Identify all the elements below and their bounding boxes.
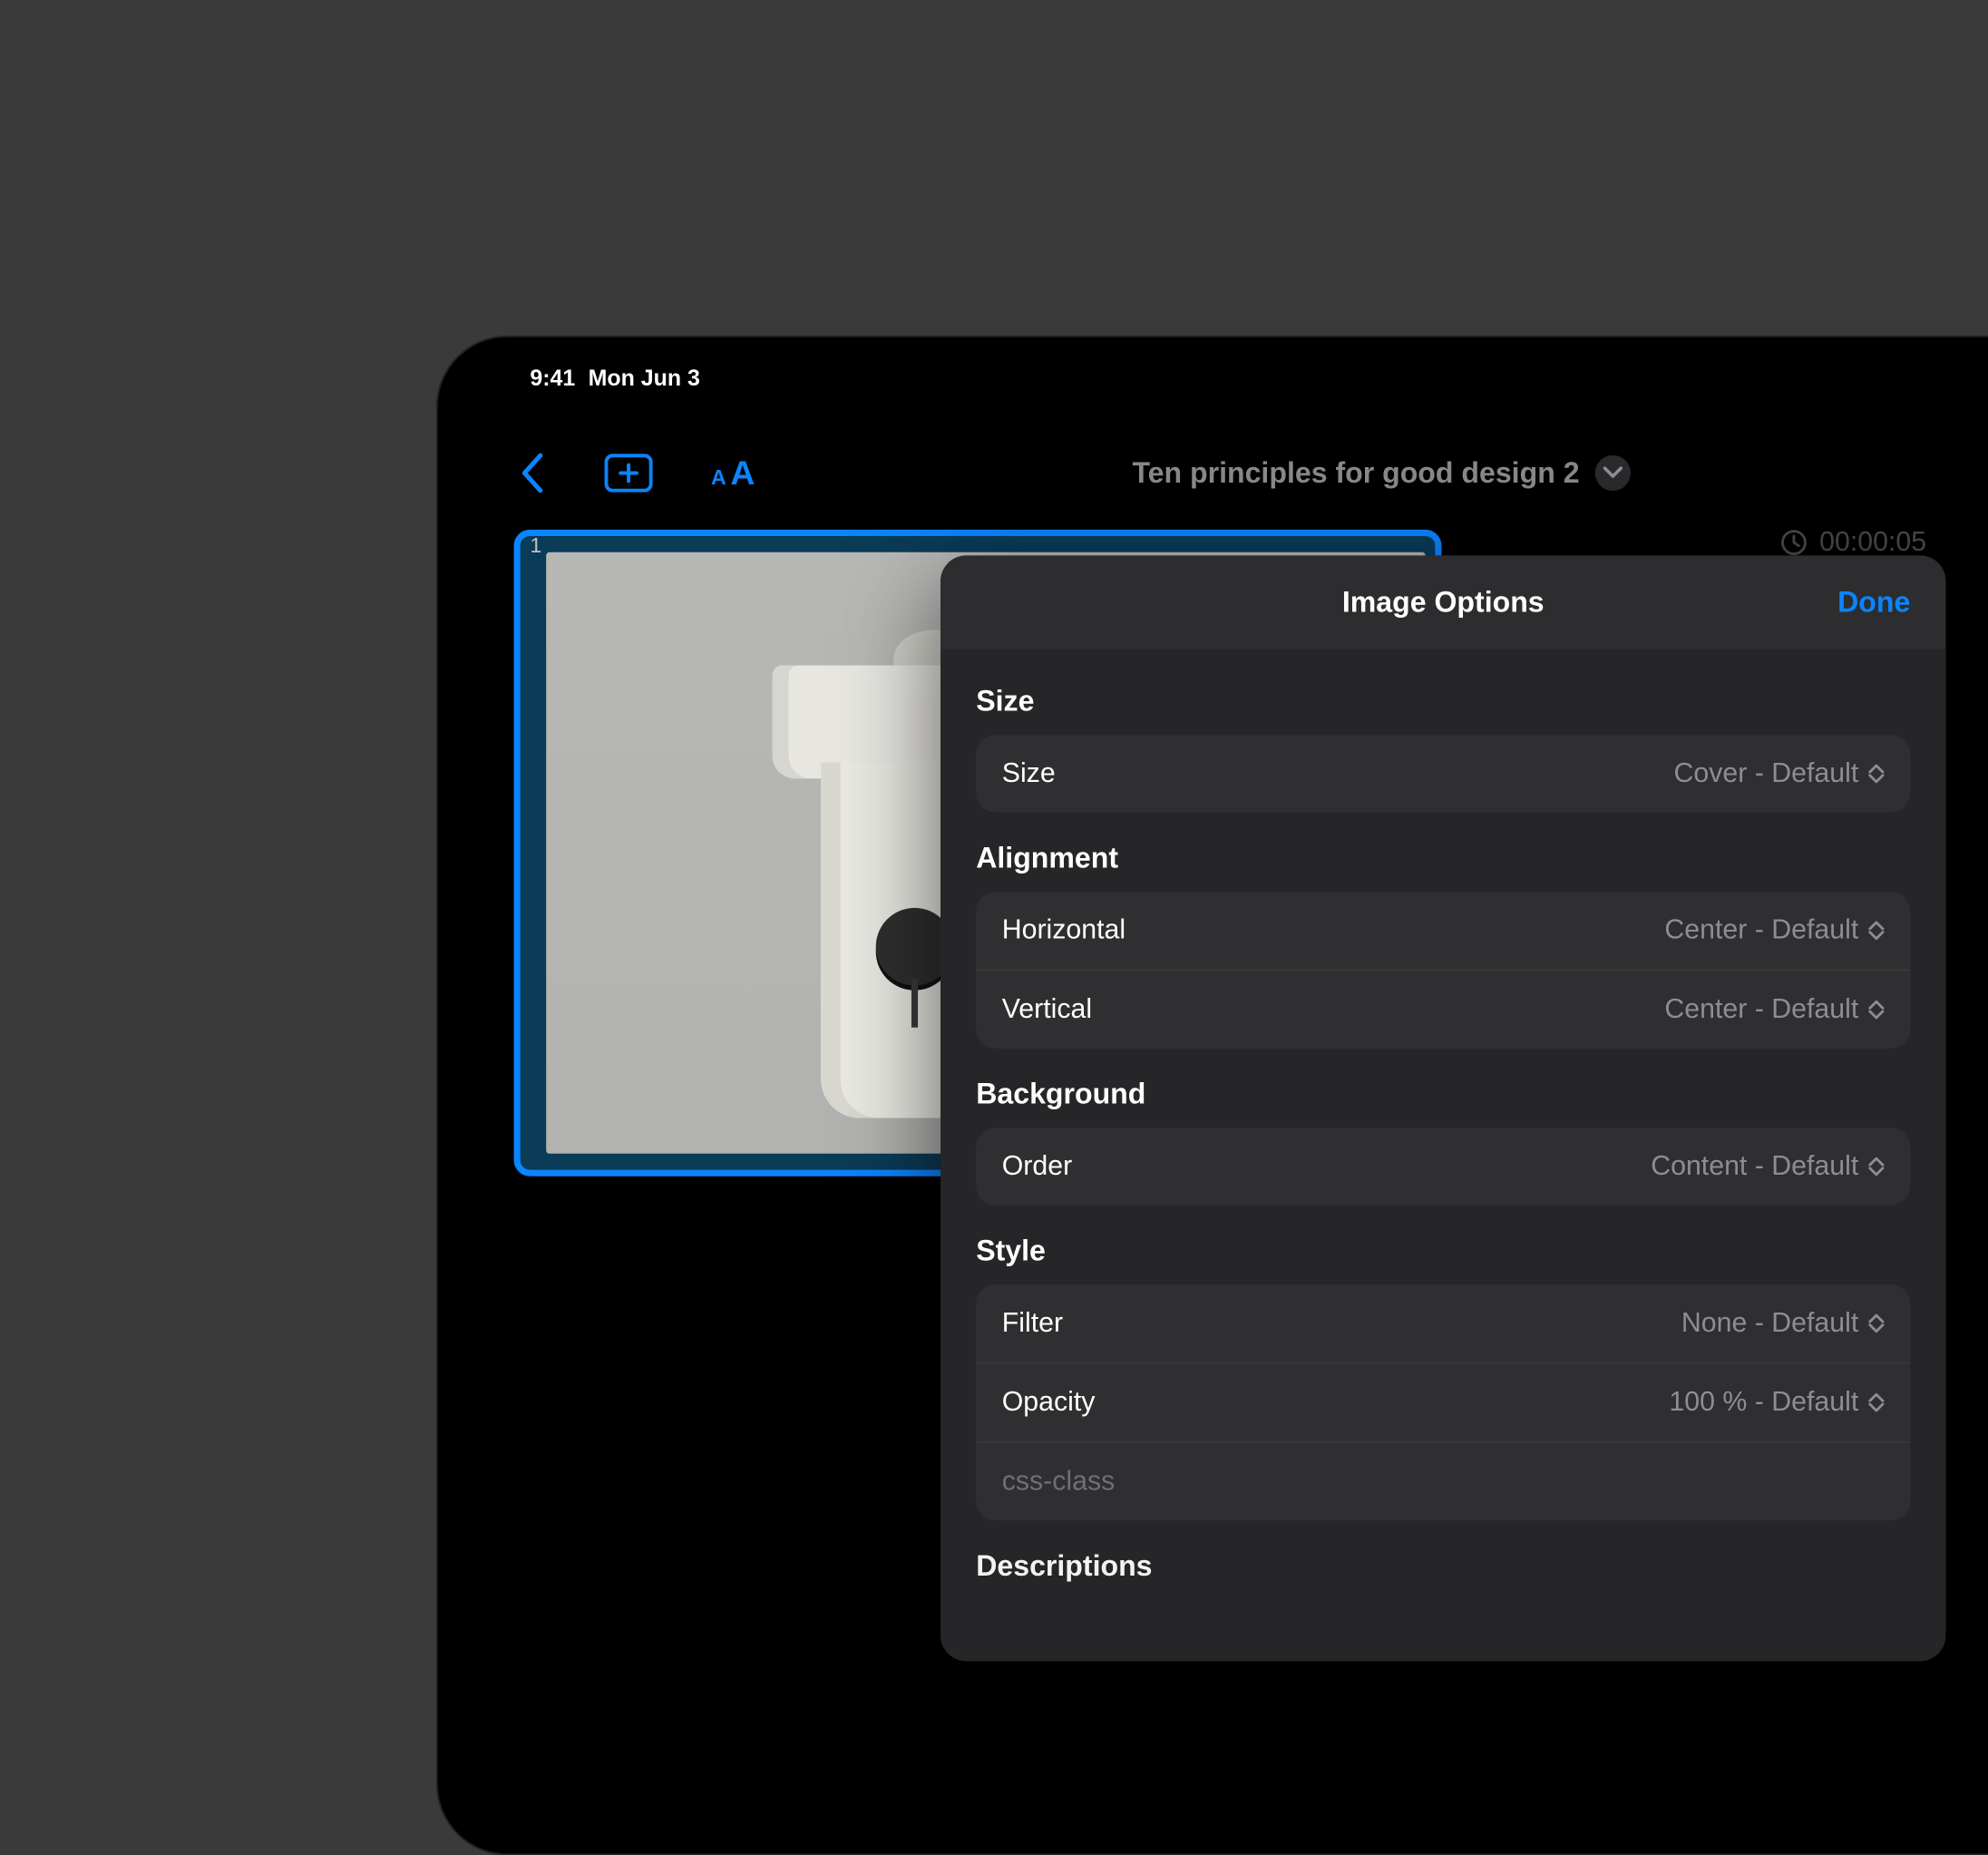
stepper-icon [1868, 921, 1885, 940]
row-size[interactable]: Size Cover - Default [976, 735, 1910, 813]
row-order-value: Content - Default [1651, 1150, 1858, 1183]
chevron-down-icon [1595, 455, 1631, 491]
add-slide-button[interactable] [604, 454, 652, 493]
section-style-title: Style [976, 1235, 1910, 1268]
section-background-title: Background [976, 1078, 1910, 1111]
row-vertical-label: Vertical [1002, 993, 1092, 1026]
row-opacity-label: Opacity [1002, 1386, 1096, 1419]
section-style-group: Filter None - Default Opacity 100 % - De… [976, 1284, 1910, 1520]
row-horizontal-label: Horizontal [1002, 914, 1126, 947]
stepper-icon [1868, 764, 1885, 783]
slide-number: 1 [530, 532, 541, 557]
row-css-class-placeholder: css-class [1002, 1466, 1116, 1499]
row-css-class[interactable]: css-class [976, 1441, 1910, 1520]
row-vertical-value: Center - Default [1664, 993, 1858, 1026]
text-style-button[interactable]: AA [711, 455, 766, 491]
stepper-icon [1868, 1157, 1885, 1176]
section-size-title: Size [976, 685, 1910, 718]
row-opacity[interactable]: Opacity 100 % - Default [976, 1362, 1910, 1441]
ipad-frame: 9:41 Mon Jun 3 AA Ten principl [436, 336, 1988, 1855]
section-background-group: Order Content - Default [976, 1128, 1910, 1206]
clock-icon [1780, 530, 1807, 556]
row-filter-label: Filter [1002, 1307, 1063, 1340]
image-options-popover: Image Options Done Size Size Cover - Def… [940, 555, 1945, 1661]
status-bar: 9:41 Mon Jun 3 [436, 362, 1988, 395]
row-filter[interactable]: Filter None - Default [976, 1284, 1910, 1362]
section-alignment-title: Alignment [976, 842, 1910, 875]
popover-body: Size Size Cover - Default Alignment Hori… [940, 649, 1945, 1662]
popover-header: Image Options Done [940, 555, 1945, 649]
status-date: Mon Jun 3 [589, 365, 700, 391]
document-title[interactable]: Ten principles for good design 2 [766, 455, 1988, 491]
stepper-icon [1868, 1313, 1885, 1333]
svg-text:A: A [711, 465, 726, 489]
document-title-text: Ten principles for good design 2 [1132, 456, 1579, 490]
row-horizontal[interactable]: Horizontal Center - Default [976, 892, 1910, 970]
section-size-group: Size Cover - Default [976, 735, 1910, 813]
row-horizontal-value: Center - Default [1664, 914, 1858, 947]
row-size-label: Size [1002, 757, 1056, 790]
row-filter-value: None - Default [1681, 1307, 1858, 1340]
done-button[interactable]: Done [1837, 555, 1910, 649]
section-descriptions-title: Descriptions [976, 1549, 1910, 1583]
stepper-icon [1868, 1000, 1885, 1019]
svg-text:A: A [730, 455, 755, 491]
back-button[interactable] [517, 452, 546, 493]
stepper-icon [1868, 1393, 1885, 1412]
popover-title: Image Options [1342, 585, 1545, 619]
app-toolbar: AA Ten principles for good design 2 [436, 433, 1988, 513]
slide-timer: 00:00:05 [1780, 526, 1926, 559]
row-vertical[interactable]: Vertical Center - Default [976, 970, 1910, 1049]
row-order-label: Order [1002, 1150, 1072, 1183]
row-opacity-value: 100 % - Default [1669, 1386, 1858, 1419]
row-order[interactable]: Order Content - Default [976, 1128, 1910, 1206]
row-size-value: Cover - Default [1674, 757, 1859, 790]
section-alignment-group: Horizontal Center - Default Vertical Cen… [976, 892, 1910, 1049]
slide-timer-value: 00:00:05 [1819, 526, 1926, 559]
status-time: 9:41 [530, 365, 575, 391]
